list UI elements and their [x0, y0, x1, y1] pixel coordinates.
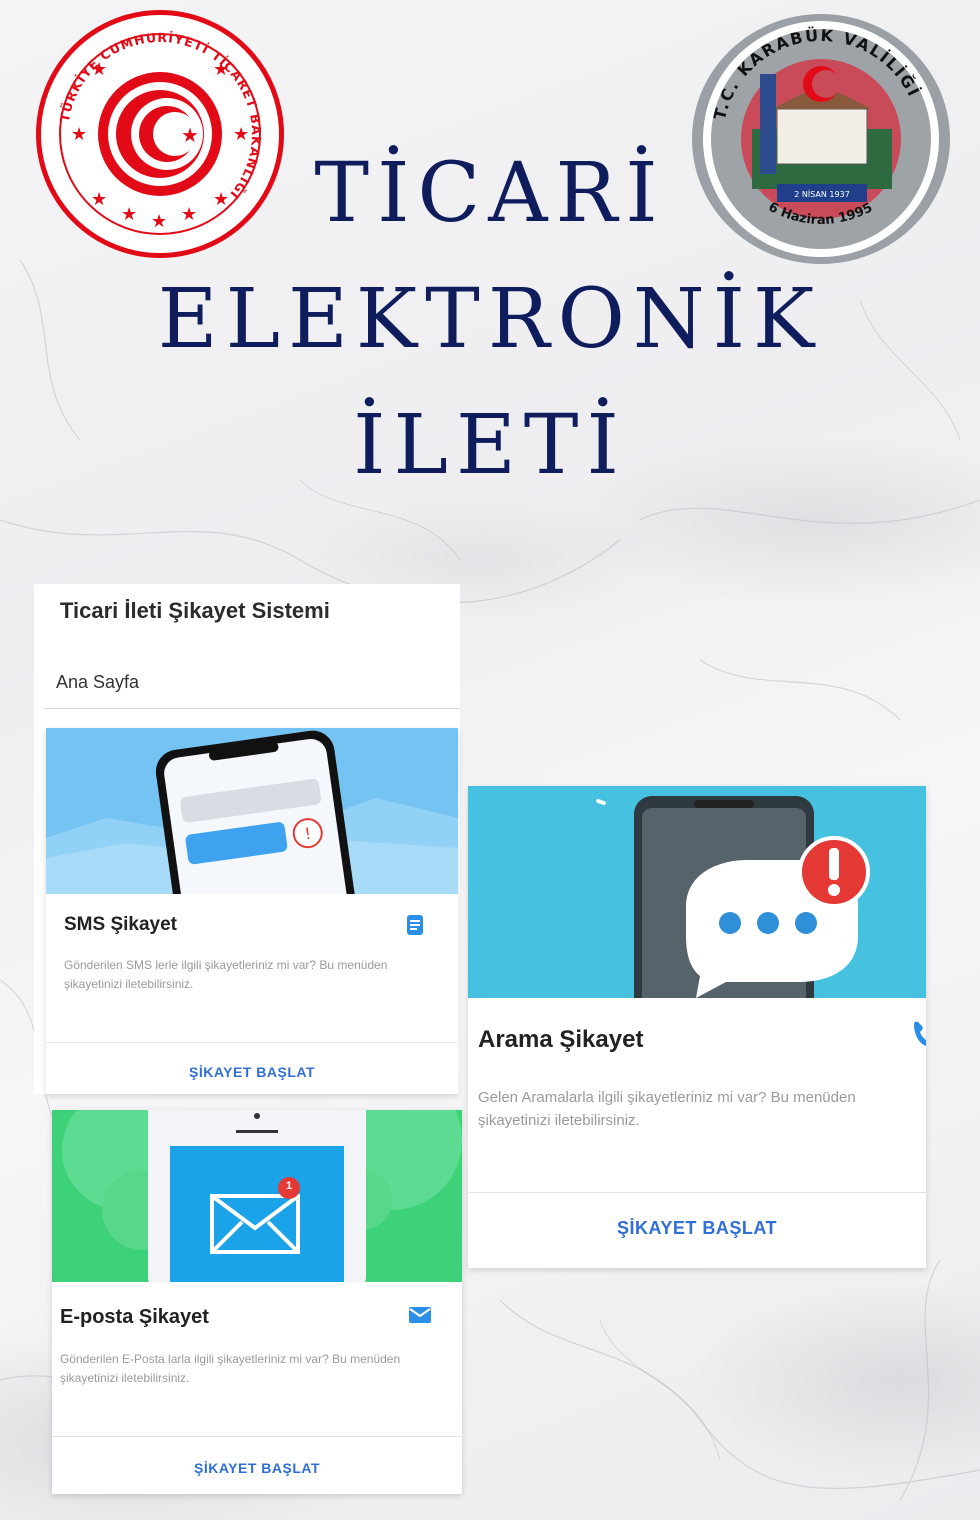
sms-card-divider — [46, 1042, 458, 1043]
arama-card-description: Gelen Aramalarla ilgili şikayetleriniz m… — [478, 1089, 856, 1130]
arama-card: Arama Şikayet Gelen Aramalarla ilgili şi… — [468, 786, 926, 1268]
svg-text:★: ★ — [181, 123, 199, 147]
svg-text:★: ★ — [71, 124, 87, 145]
app-title: Ticari İleti Şikayet Sistemi — [60, 598, 330, 623]
eposta-card-title: E-posta Şikayet — [60, 1306, 209, 1328]
sms-card-description: Gönderilen SMS lerle ilgili şikayetlerin… — [64, 958, 388, 991]
eposta-card: 1 E-posta Şikayet Gönderilen E-Posta lar… — [52, 1110, 462, 1494]
eposta-notification-badge: 1 — [285, 1180, 293, 1192]
arama-illustration — [468, 786, 926, 998]
sms-card-title: SMS Şikayet — [64, 914, 177, 935]
arama-start-complaint-button[interactable]: ŞİKAYET BAŞLAT — [468, 1218, 926, 1239]
eposta-start-complaint-button[interactable]: ŞİKAYET BAŞLAT — [52, 1460, 462, 1476]
breadcrumb-divider — [44, 708, 460, 709]
eposta-card-divider — [52, 1436, 462, 1437]
title-line-1: TİCARİ — [314, 146, 666, 241]
title-line-2: ELEKTRONİK — [157, 272, 823, 367]
sms-icon — [406, 914, 424, 940]
sms-card: ! SMS Şikayet Gönderilen SMS lerle ilgil… — [46, 728, 458, 1094]
mail-icon — [408, 1306, 432, 1328]
phone-icon — [912, 1020, 926, 1050]
svg-text:★: ★ — [233, 124, 249, 145]
arama-card-divider — [468, 1192, 926, 1193]
arama-card-title: Arama Şikayet — [478, 1026, 644, 1053]
svg-text:★: ★ — [213, 59, 229, 80]
svg-text:★: ★ — [91, 59, 107, 80]
title-line-3: İLETİ — [353, 398, 627, 493]
breadcrumb[interactable]: Ana Sayfa — [56, 672, 139, 693]
sms-start-complaint-button[interactable]: ŞİKAYET BAŞLAT — [46, 1064, 458, 1080]
eposta-illustration: 1 — [52, 1110, 462, 1282]
app-screenshot-panel: Ticari İleti Şikayet Sistemi Ana Sayfa !… — [34, 584, 460, 1094]
sms-illustration: ! — [46, 728, 458, 894]
eposta-card-description: Gönderilen E-Posta larla ilgili şikayetl… — [60, 1352, 401, 1385]
